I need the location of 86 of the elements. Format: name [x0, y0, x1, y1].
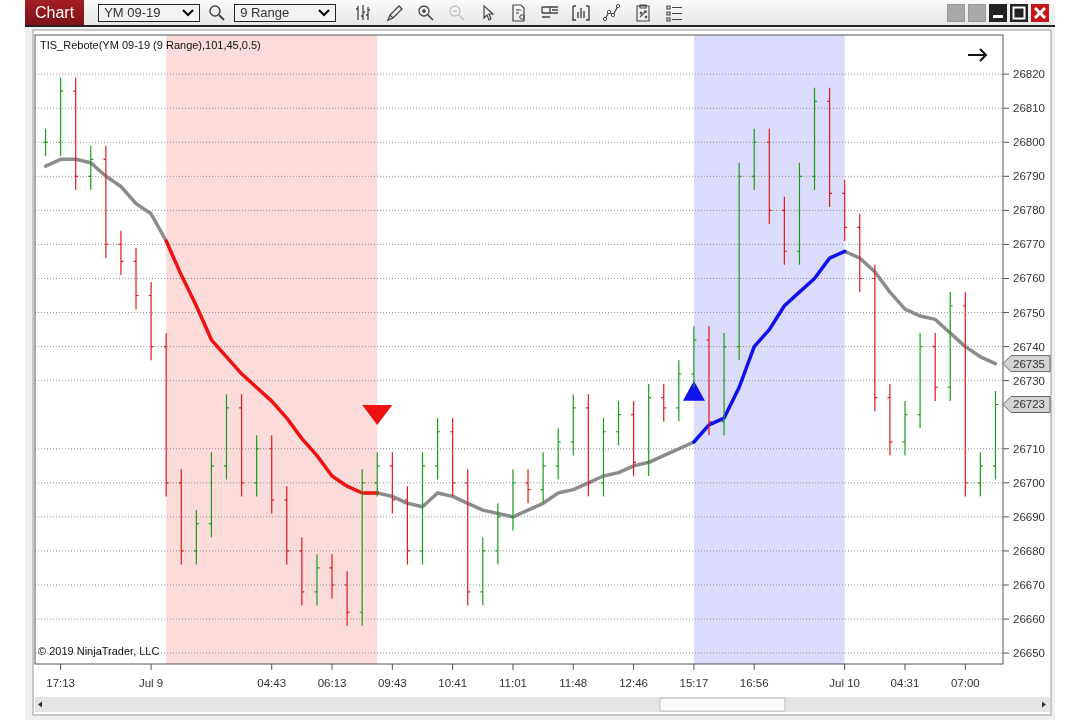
- price-bar: [344, 570, 351, 627]
- bar-chart-icon[interactable]: [571, 2, 592, 23]
- price-bar: [298, 536, 305, 607]
- y-axis-label: 26660: [1013, 613, 1045, 626]
- search-icon[interactable]: [208, 3, 227, 22]
- x-axis-label: 10:41: [438, 677, 468, 689]
- price-bar: [690, 325, 697, 389]
- x-axis-label: 15:17: [679, 677, 709, 689]
- price-bar: [117, 230, 125, 276]
- price-bar: [675, 359, 682, 423]
- caret-icon: [318, 8, 331, 17]
- y-axis-label: 26670: [1013, 579, 1045, 591]
- price-bar: [479, 536, 486, 607]
- y-axis-label: 26710: [1013, 442, 1045, 455]
- y-axis-label: 26740: [1013, 340, 1045, 353]
- caret-icon: [182, 8, 195, 17]
- list-icon[interactable]: [664, 2, 685, 23]
- price-bar: [509, 468, 517, 532]
- x-axis-label: 04:31: [890, 677, 920, 689]
- x-axis-label: 11:48: [559, 677, 588, 689]
- y-axis-label: 26780: [1013, 204, 1045, 217]
- price-bar: [313, 553, 321, 607]
- price-bar: [524, 468, 532, 504]
- x-axis-label: 06:13: [317, 677, 347, 689]
- y-axis-label: 26700: [1013, 476, 1045, 489]
- y-axis-label: 26730: [1013, 374, 1045, 387]
- period-dropdown[interactable]: 9 Range: [234, 3, 337, 22]
- price-bar: [977, 451, 984, 498]
- price-bar: [540, 451, 547, 504]
- minimize-icon[interactable]: [989, 3, 1007, 22]
- y-axis-label: 26680: [1013, 544, 1045, 557]
- instrument-dropdown[interactable]: YM 09-19: [98, 3, 201, 22]
- price-bar: [42, 128, 49, 157]
- x-axis-label: Jul 10: [829, 677, 861, 689]
- price-bar: [193, 509, 200, 566]
- close-icon[interactable]: [1031, 3, 1049, 22]
- scrollbar-thumb[interactable]: [659, 697, 786, 712]
- indicator-label: TIS_Rebote(YM 09-19 (9 Range),101,45,0.5): [40, 39, 261, 51]
- x-axis-label: 16:56: [739, 677, 769, 689]
- x-axis-label: 17:13: [46, 677, 75, 689]
- y-axis-label: 26790: [1013, 170, 1045, 183]
- price-bar: [328, 553, 336, 600]
- x-axis-label: 11:01: [499, 677, 527, 689]
- x-axis-label: 09:43: [377, 677, 407, 689]
- chart-title-button[interactable]: Chart: [25, 0, 85, 25]
- y-axis-label: 26800: [1013, 136, 1045, 149]
- price-bar: [932, 332, 939, 402]
- y-axis-label: 26750: [1013, 306, 1045, 319]
- price-bar: [751, 128, 758, 191]
- y-axis-label: 26760: [1013, 272, 1045, 285]
- arrow-right-icon[interactable]: [967, 48, 988, 62]
- x-axis-label: 12:46: [619, 677, 648, 689]
- line-nodes-icon[interactable]: [602, 2, 623, 23]
- price-bar: [434, 417, 441, 481]
- scroll-right-icon[interactable]: [1042, 701, 1046, 708]
- price-bar: [781, 196, 788, 266]
- y-axis-label: 26650: [1013, 647, 1045, 660]
- y-axis-label: 26810: [1013, 102, 1045, 115]
- price-bar: [615, 400, 622, 446]
- window-button[interactable]: [947, 3, 965, 22]
- price-bar: [841, 179, 848, 242]
- price-marker-label: 26723: [1013, 398, 1045, 411]
- price-bar: [374, 451, 381, 498]
- y-axis-label: 26690: [1013, 510, 1045, 523]
- y-axis-label: 26820: [1013, 68, 1045, 81]
- x-axis-label: 07:00: [950, 677, 980, 689]
- price-bar: [389, 451, 396, 515]
- copyright-text: © 2019 NinjaTrader, LLC: [38, 645, 160, 657]
- price-marker-label: 26735: [1013, 357, 1045, 370]
- y-axis-label: 26770: [1013, 238, 1045, 251]
- price-bar: [660, 383, 667, 423]
- scroll-left-icon[interactable]: [38, 701, 42, 708]
- x-axis-label: 04:43: [257, 677, 287, 689]
- price-bar: [570, 393, 577, 457]
- price-bar: [555, 427, 562, 481]
- down-triangle-marker: [362, 404, 393, 425]
- price-marker: [1002, 355, 1051, 373]
- up-triangle-marker: [682, 380, 705, 401]
- price-marker: [1002, 396, 1051, 413]
- price-bar: [901, 400, 909, 457]
- price-bar: [253, 434, 260, 498]
- price-bar: [494, 502, 501, 566]
- price-bar: [87, 145, 94, 191]
- x-axis-label: Jul 9: [138, 677, 164, 689]
- maximize-icon[interactable]: [1010, 3, 1028, 22]
- price-bar: [132, 247, 140, 310]
